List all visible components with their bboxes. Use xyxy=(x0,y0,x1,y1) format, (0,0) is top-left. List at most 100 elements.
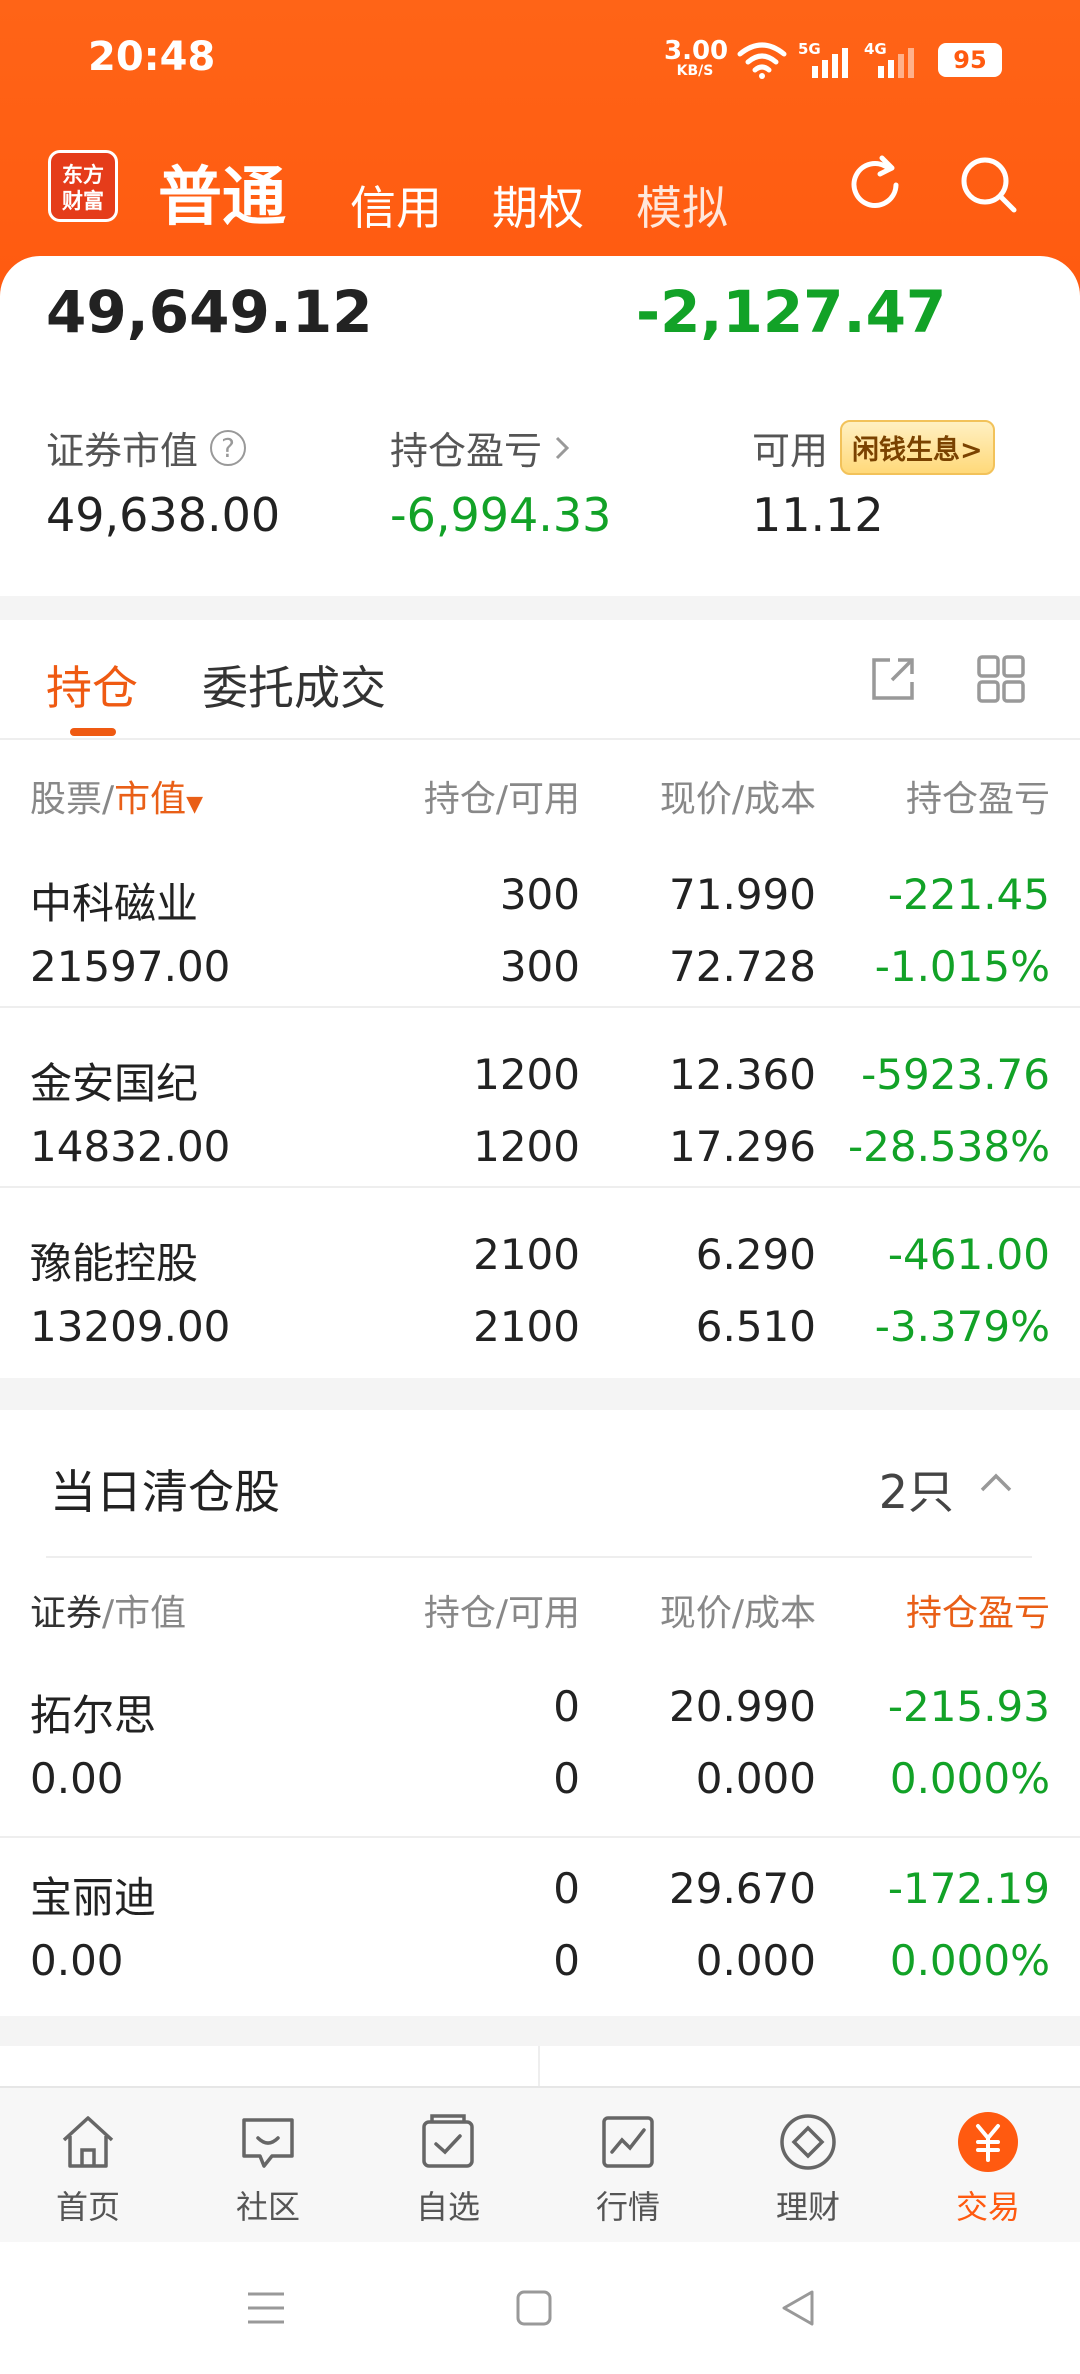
sort-desc-icon: ▼ xyxy=(186,792,204,817)
total-assets: 49,649.12 xyxy=(46,278,373,346)
col-stock-mv[interactable]: 股票/市值▼ xyxy=(30,770,203,822)
positions-tabbar: 持仓 委托成交 xyxy=(0,620,1080,740)
market-value: 14832.00 xyxy=(30,1122,231,1171)
status-icons: 5G 4G 95 xyxy=(736,38,1002,82)
col-pl-header[interactable]: 持仓盈亏 xyxy=(906,1584,1050,1636)
network-speed: 3.00 KB/S xyxy=(664,36,729,79)
profit-loss-pct: 0.000% xyxy=(889,1754,1050,1803)
stock-name: 拓尔思 xyxy=(30,1691,157,1740)
available-label: 可用 xyxy=(752,429,829,473)
position-qty: 0 xyxy=(553,1682,580,1731)
nav-trade-label: 交易 xyxy=(955,2188,1020,2226)
col-price-header[interactable]: 现价/成本 xyxy=(660,1584,816,1636)
nav-market[interactable]: 行情 xyxy=(558,2108,698,2228)
available-qty: 1200 xyxy=(473,1122,580,1171)
trade-yuan-icon xyxy=(958,2112,1018,2172)
profit-loss-pct: 0.000% xyxy=(889,1936,1050,1985)
col-qty-header[interactable]: 持仓/可用 xyxy=(424,770,580,822)
bottom-nav: 首页 社区 自选 行情 理财 交易 xyxy=(0,2086,1080,2244)
cleared-count[interactable]: 2只 xyxy=(879,1456,954,1522)
home-icon xyxy=(62,2116,114,2168)
signal-4g-icon: 4G xyxy=(864,40,920,80)
watchlist-icon xyxy=(422,2114,474,2168)
nav-watchlist[interactable]: 自选 xyxy=(378,2108,518,2228)
market-value: 0.00 xyxy=(30,1936,124,1985)
market-value-label-text: 证券市值 xyxy=(46,429,199,473)
nav-trade[interactable]: 交易 xyxy=(918,2108,1058,2228)
profit-loss-pct: -1.015% xyxy=(874,942,1050,991)
available-label-row: 可用 闲钱生息> xyxy=(752,420,995,475)
col-stock-label: 股票/ xyxy=(30,779,115,820)
profit-loss: -172.19 xyxy=(887,1864,1050,1913)
profit-loss: -221.45 xyxy=(887,870,1050,919)
home-square-icon[interactable] xyxy=(514,2288,554,2328)
cost-price: 0.000 xyxy=(695,1754,816,1803)
col-security-mv[interactable]: 证券/市值 xyxy=(30,1584,186,1636)
cleared-title: 当日清仓股 xyxy=(50,1465,280,1519)
cost-price: 17.296 xyxy=(669,1122,816,1171)
idle-cash-badge[interactable]: 闲钱生息> xyxy=(840,420,995,475)
divider xyxy=(46,1556,1032,1558)
help-icon[interactable]: ? xyxy=(210,429,247,466)
current-price: 71.990 xyxy=(669,870,816,919)
cost-price: 6.510 xyxy=(695,1302,816,1351)
current-price: 12.360 xyxy=(669,1050,816,1099)
status-time: 20:48 xyxy=(88,34,216,80)
position-pl-link[interactable]: 持仓盈亏 xyxy=(390,420,572,475)
current-price: 29.670 xyxy=(669,1864,816,1913)
signal-5g-icon: 5G xyxy=(798,40,854,80)
tab-positions[interactable]: 持仓 xyxy=(46,652,138,718)
chevron-up-icon[interactable] xyxy=(976,1468,1016,1496)
wifi-icon xyxy=(737,42,787,79)
tab-credit[interactable]: 信用 xyxy=(350,172,442,238)
refresh-icon[interactable] xyxy=(842,152,908,218)
current-price: 6.290 xyxy=(695,1230,816,1279)
nav-community[interactable]: 社区 xyxy=(198,2108,338,2228)
grid-icon[interactable] xyxy=(976,654,1026,704)
position-pl-label: 持仓盈亏 xyxy=(390,429,543,473)
market-value: 0.00 xyxy=(30,1754,124,1803)
divider xyxy=(0,1186,1080,1188)
menu-icon[interactable] xyxy=(244,2288,288,2328)
market-value-label: 证券市值 ? xyxy=(46,420,247,475)
tab-options[interactable]: 期权 xyxy=(492,172,584,238)
cleared-stocks-card: 当日清仓股 2只 证券/市值 持仓/可用 现价/成本 持仓盈亏 拓尔思 0 20… xyxy=(0,1410,1080,2016)
tab-simulation[interactable]: 模拟 xyxy=(636,172,728,238)
export-icon[interactable] xyxy=(868,654,918,704)
market-chart-icon xyxy=(602,2116,654,2168)
profit-loss: -215.93 xyxy=(887,1682,1050,1731)
available-qty: 0 xyxy=(553,1936,580,1985)
available-qty: 0 xyxy=(553,1754,580,1803)
col-price-header[interactable]: 现价/成本 xyxy=(660,770,816,822)
nav-market-label: 行情 xyxy=(595,2188,660,2226)
nav-wealth[interactable]: 理财 xyxy=(738,2108,878,2228)
next-section-card xyxy=(0,2046,1080,2086)
network-speed-value: 3.00 xyxy=(664,36,729,66)
status-bar: 20:48 3.00 KB/S 5G 4G 95 xyxy=(0,0,1080,120)
col-pl-header[interactable]: 持仓盈亏 xyxy=(906,770,1050,822)
network-speed-unit: KB/S xyxy=(676,63,714,79)
col-qty-header[interactable]: 持仓/可用 xyxy=(424,1584,580,1636)
position-qty: 300 xyxy=(499,870,580,919)
tab-orders[interactable]: 委托成交 xyxy=(202,652,386,718)
wealth-icon xyxy=(780,2114,836,2170)
battery-icon: 95 xyxy=(938,43,1002,77)
col-mv-label: 市值 xyxy=(114,779,187,820)
account-summary: 49,649.12 -2,127.47 证券市值 ? 持仓盈亏 可用 闲钱生息>… xyxy=(0,256,1080,596)
profit-loss: -5923.76 xyxy=(861,1050,1050,1099)
position-qty: 0 xyxy=(553,1864,580,1913)
profit-loss: -461.00 xyxy=(887,1230,1050,1279)
market-value: 49,638.00 xyxy=(46,488,281,542)
profit-loss-pct: -28.538% xyxy=(847,1122,1050,1171)
tab-normal[interactable]: 普通 xyxy=(158,146,286,238)
available-cash: 11.12 xyxy=(752,488,884,542)
nav-home[interactable]: 首页 xyxy=(18,2108,158,2228)
day-profit-loss: -2,127.47 xyxy=(636,278,947,346)
community-icon xyxy=(242,2118,294,2168)
logo-line-2: 财富 xyxy=(62,189,104,213)
market-value: 13209.00 xyxy=(30,1302,231,1351)
back-icon[interactable] xyxy=(778,2288,818,2328)
market-value: 21597.00 xyxy=(30,942,231,991)
profit-loss-pct: -3.379% xyxy=(874,1302,1050,1351)
search-icon[interactable] xyxy=(956,152,1022,218)
